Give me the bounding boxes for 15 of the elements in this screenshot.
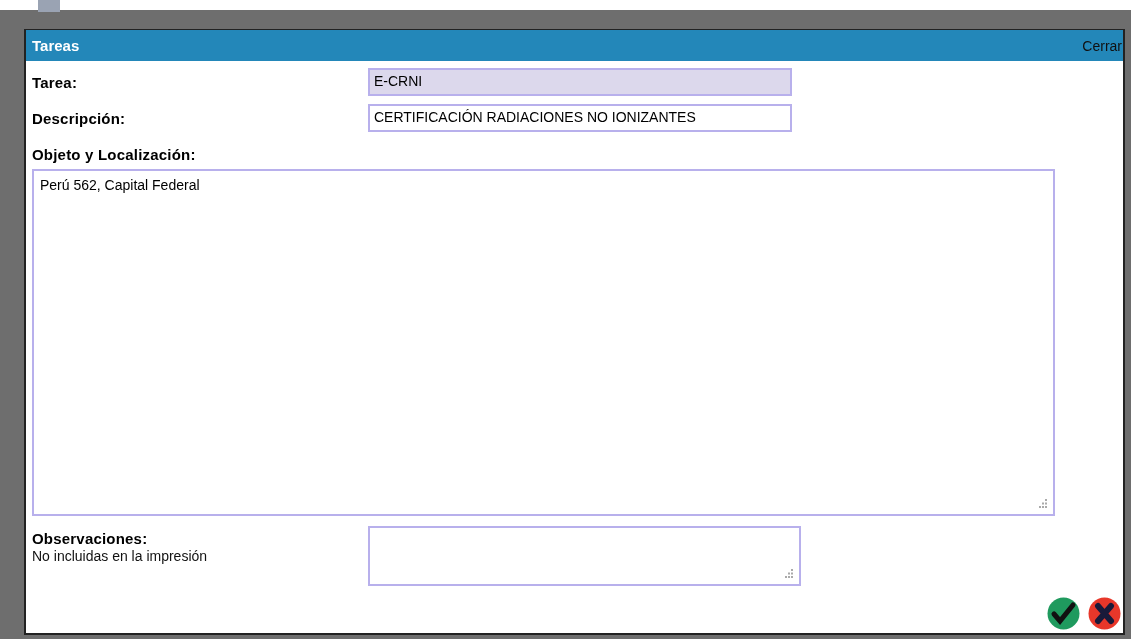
text-area[interactable] bbox=[368, 526, 801, 586]
field-label: Observaciones: bbox=[32, 530, 148, 547]
resize-grip-icon[interactable] bbox=[784, 569, 793, 578]
text-area-value: Perú 562, Capital Federal bbox=[40, 177, 200, 193]
field-label: Tarea: bbox=[32, 73, 79, 91]
text-field[interactable]: CERTIFICACIÓN RADIACIONES NO IONIZANTES bbox=[368, 104, 792, 132]
field-label: Descripción: bbox=[32, 109, 127, 127]
field-note: No incluidas en la impresión bbox=[32, 548, 209, 564]
confirm-button[interactable] bbox=[1047, 597, 1080, 630]
close-link[interactable]: Cerrar bbox=[1082, 37, 1123, 54]
text-area[interactable]: Perú 562, Capital Federal bbox=[32, 169, 1055, 516]
field-label: Objeto y Localización: bbox=[32, 145, 197, 165]
window-title: Tareas bbox=[32, 37, 80, 54]
cancel-button[interactable] bbox=[1088, 597, 1121, 630]
resize-grip-icon[interactable] bbox=[1038, 499, 1047, 508]
